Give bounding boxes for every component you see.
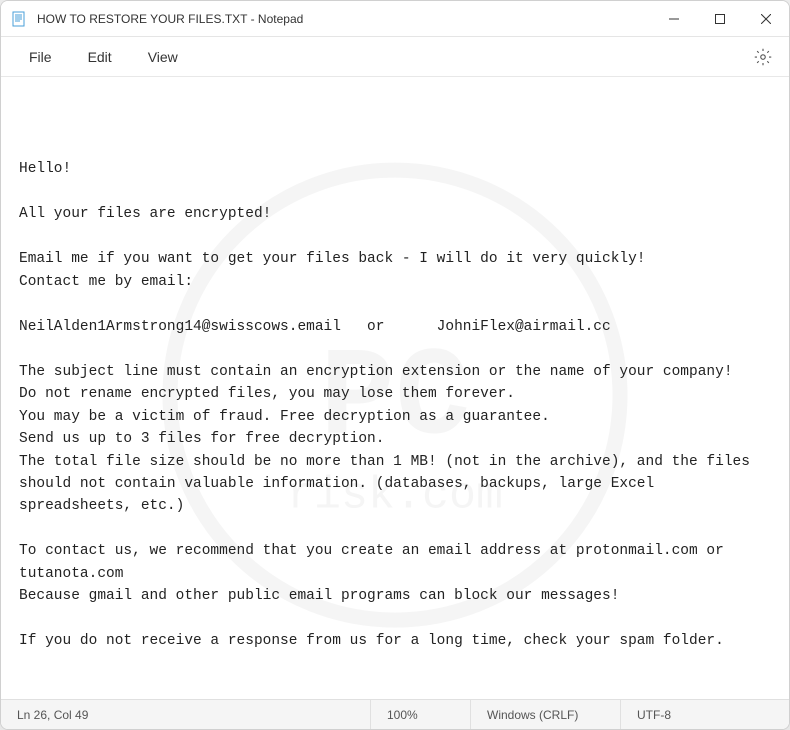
- text-editor-area[interactable]: PC risk.com Hello! All your files are en…: [1, 77, 789, 699]
- close-button[interactable]: [743, 1, 789, 36]
- window-title: HOW TO RESTORE YOUR FILES.TXT - Notepad: [37, 12, 651, 26]
- status-zoom[interactable]: 100%: [371, 700, 471, 729]
- maximize-button[interactable]: [697, 1, 743, 36]
- menu-edit[interactable]: Edit: [70, 43, 130, 71]
- menu-file[interactable]: File: [11, 43, 70, 71]
- document-text: Hello! All your files are encrypted! Ema…: [19, 158, 771, 699]
- minimize-button[interactable]: [651, 1, 697, 36]
- status-line-ending: Windows (CRLF): [471, 700, 621, 729]
- menu-view[interactable]: View: [130, 43, 196, 71]
- settings-button[interactable]: [747, 41, 779, 73]
- window-controls: [651, 1, 789, 36]
- notepad-window: HOW TO RESTORE YOUR FILES.TXT - Notepad …: [0, 0, 790, 730]
- status-encoding: UTF-8: [621, 700, 741, 729]
- status-cursor-position: Ln 26, Col 49: [1, 700, 371, 729]
- statusbar: Ln 26, Col 49 100% Windows (CRLF) UTF-8: [1, 699, 789, 729]
- notepad-icon: [11, 11, 27, 27]
- menubar: File Edit View: [1, 37, 789, 77]
- titlebar[interactable]: HOW TO RESTORE YOUR FILES.TXT - Notepad: [1, 1, 789, 37]
